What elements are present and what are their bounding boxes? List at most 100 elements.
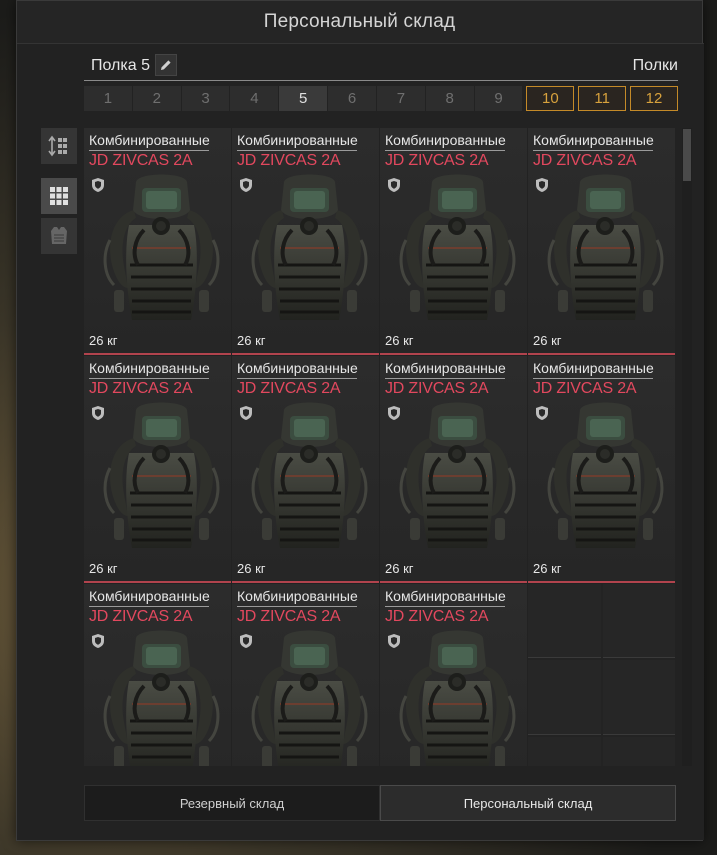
tab-shelf-6[interactable]: 6 <box>328 86 376 111</box>
window-title: Персональный склад <box>263 11 456 32</box>
shield-icon <box>239 405 253 426</box>
tab-shelf-9[interactable]: 9 <box>474 86 523 111</box>
item-card[interactable]: Комбинированные JD ZIVCAS 2A 26 кг <box>84 128 231 355</box>
item-divider <box>89 150 209 151</box>
empty-slot[interactable] <box>528 584 675 766</box>
shield-icon <box>535 177 549 198</box>
item-card[interactable]: Комбинированные JD ZIVCAS 2A <box>84 584 231 766</box>
item-weight: 26 кг <box>237 561 266 576</box>
item-category: Комбинированные <box>237 588 358 604</box>
item-name: JD ZIVCAS 2A <box>533 380 637 397</box>
item-divider <box>237 606 357 607</box>
tab-reserve-storage[interactable]: Резервный склад <box>84 785 380 821</box>
item-divider <box>533 378 653 379</box>
item-card[interactable]: Комбинированные JD ZIVCAS 2A 26 кг <box>380 128 527 355</box>
item-category: Комбинированные <box>385 360 506 376</box>
item-divider <box>237 150 357 151</box>
item-card[interactable]: Комбинированные JD ZIVCAS 2A 26 кг <box>528 356 675 583</box>
shield-icon <box>91 177 105 198</box>
armor-image <box>390 170 525 340</box>
item-name: JD ZIVCAS 2A <box>385 380 489 397</box>
item-weight: 26 кг <box>533 561 562 576</box>
tab-shelf-2[interactable]: 2 <box>132 86 181 111</box>
armor-image <box>390 626 525 766</box>
item-name: JD ZIVCAS 2A <box>533 152 637 169</box>
item-name: JD ZIVCAS 2A <box>89 152 193 169</box>
shelf-name: Полка 5 <box>91 57 150 74</box>
item-name: JD ZIVCAS 2A <box>385 608 489 625</box>
shield-icon <box>91 405 105 426</box>
tab-shelf-11[interactable]: 11 <box>578 86 627 111</box>
item-card[interactable]: Комбинированные JD ZIVCAS 2A <box>380 584 527 766</box>
shelf-header: Полка 5 Полки <box>84 53 678 81</box>
item-weight: 26 кг <box>385 561 414 576</box>
item-divider <box>237 378 357 379</box>
tab-personal-storage[interactable]: Персональный склад <box>380 785 676 821</box>
item-card[interactable]: Комбинированные JD ZIVCAS 2A 26 кг <box>232 128 379 355</box>
item-category: Комбинированные <box>237 360 358 376</box>
item-category: Комбинированные <box>385 588 506 604</box>
shelf-tabs: 1 2 3 4 5 6 7 8 9 10 11 12 <box>84 86 678 111</box>
tab-shelf-10[interactable]: 10 <box>526 86 575 111</box>
tab-shelf-4[interactable]: 4 <box>230 86 279 111</box>
pencil-icon <box>161 60 171 70</box>
shield-icon <box>387 177 401 198</box>
armor-image <box>242 626 377 766</box>
scroll-thumb[interactable] <box>683 129 691 181</box>
item-weight: 26 кг <box>237 333 266 348</box>
armor-image <box>242 170 377 340</box>
item-card[interactable]: Комбинированные JD ZIVCAS 2A 26 кг <box>528 128 675 355</box>
item-category: Комбинированные <box>533 360 654 376</box>
item-category: Комбинированные <box>89 360 210 376</box>
empty-cell <box>528 736 601 766</box>
item-divider <box>385 150 505 151</box>
armor-image <box>94 170 229 340</box>
side-toolbar <box>41 128 77 258</box>
item-weight: 26 кг <box>385 333 414 348</box>
tab-shelf-3[interactable]: 3 <box>181 86 230 111</box>
item-divider <box>385 606 505 607</box>
item-name: JD ZIVCAS 2A <box>237 152 341 169</box>
item-divider <box>385 378 505 379</box>
item-name: JD ZIVCAS 2A <box>385 152 489 169</box>
item-category: Комбинированные <box>533 132 654 148</box>
armor-filter-icon <box>51 227 67 244</box>
armor-image <box>538 398 673 568</box>
item-card[interactable]: Комбинированные JD ZIVCAS 2A 26 кг <box>84 356 231 583</box>
tab-shelf-1[interactable]: 1 <box>84 86 132 111</box>
armor-image <box>94 398 229 568</box>
item-name: JD ZIVCAS 2A <box>89 608 193 625</box>
tab-shelf-12[interactable]: 12 <box>630 86 678 111</box>
grid-scrollbar[interactable] <box>682 128 692 766</box>
item-weight: 26 кг <box>89 333 118 348</box>
empty-cell <box>528 584 601 659</box>
item-category: Комбинированные <box>385 132 506 148</box>
item-weight: 26 кг <box>89 561 118 576</box>
armor-image <box>538 170 673 340</box>
grid-view-button[interactable] <box>41 178 77 214</box>
sort-button[interactable] <box>41 128 77 164</box>
empty-cell <box>602 660 675 735</box>
item-name: JD ZIVCAS 2A <box>237 380 341 397</box>
empty-cell <box>602 584 675 659</box>
tab-shelf-7[interactable]: 7 <box>376 86 425 111</box>
storage-tabs: Резервный склад Персональный склад <box>84 785 676 821</box>
grid-view-icon <box>50 187 68 205</box>
item-card[interactable]: Комбинированные JD ZIVCAS 2A 26 кг <box>380 356 527 583</box>
storage-window: Персональный склад Полка 5 Полки 1234567… <box>16 0 704 841</box>
item-category: Комбинированные <box>89 588 210 604</box>
armor-image <box>242 398 377 568</box>
shield-icon <box>239 633 253 654</box>
tab-shelf-8[interactable]: 8 <box>425 86 474 111</box>
armor-image <box>94 626 229 766</box>
shield-icon <box>387 405 401 426</box>
tab-shelf-5[interactable]: 5 <box>279 86 328 111</box>
armor-filter-button[interactable] <box>41 218 77 254</box>
item-weight: 26 кг <box>533 333 562 348</box>
item-divider <box>89 606 209 607</box>
item-card[interactable]: Комбинированные JD ZIVCAS 2A <box>232 584 379 766</box>
armor-image <box>390 398 525 568</box>
item-card[interactable]: Комбинированные JD ZIVCAS 2A 26 кг <box>232 356 379 583</box>
shield-icon <box>535 405 549 426</box>
rename-shelf-button[interactable] <box>155 54 177 76</box>
